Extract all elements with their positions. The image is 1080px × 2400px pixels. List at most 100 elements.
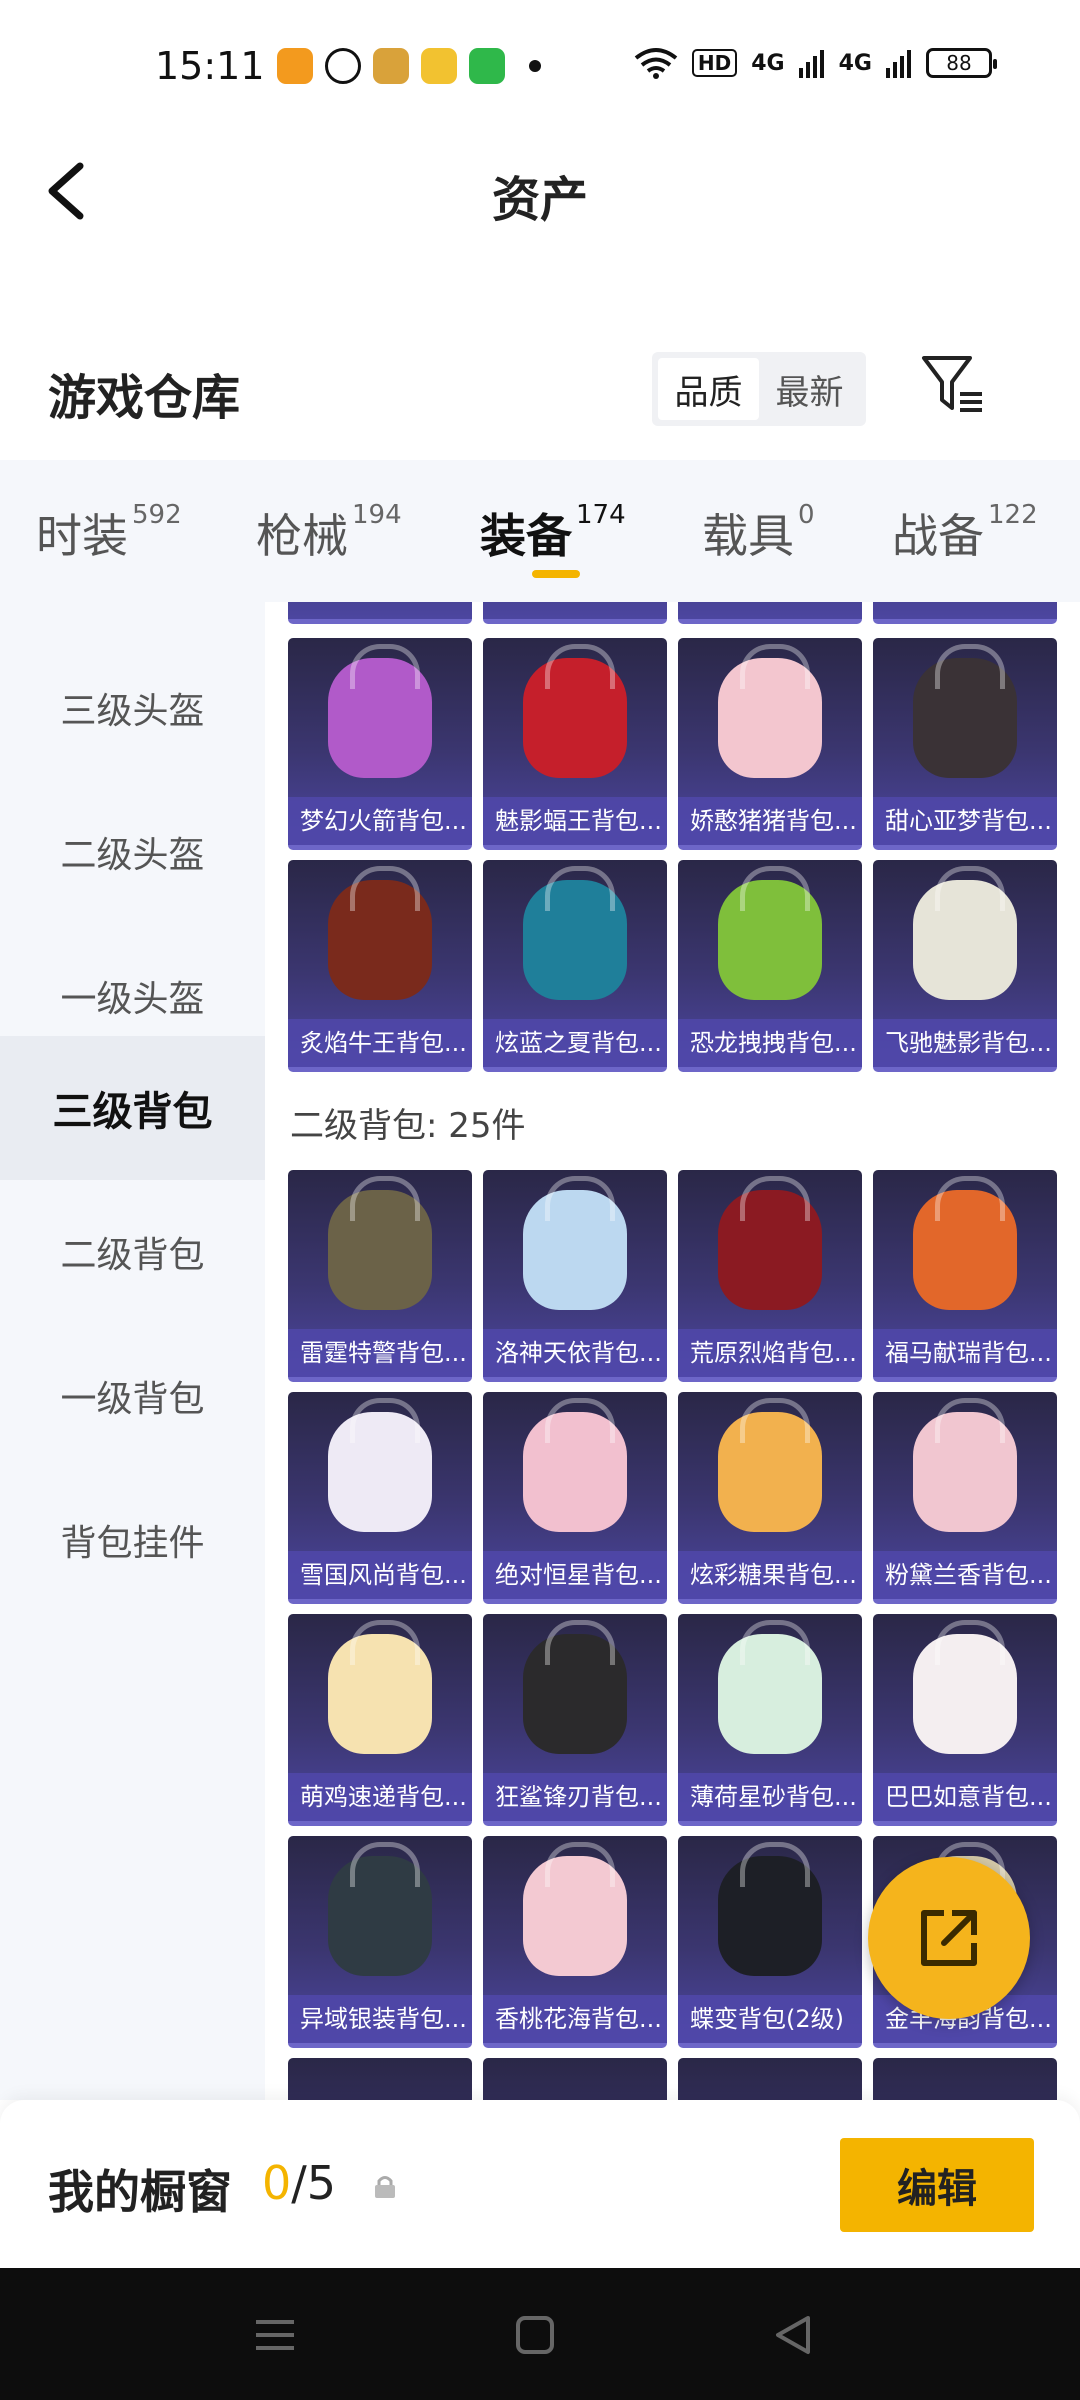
- home-icon[interactable]: [512, 2312, 558, 2358]
- sidebar-item-backpack-3[interactable]: 三级背包: [0, 1036, 265, 1180]
- tab-label: 时装: [36, 509, 128, 563]
- item-card[interactable]: 飞驰魅影背包...: [873, 860, 1057, 1072]
- page-title: 资产: [491, 172, 588, 228]
- backpack-image: [328, 1398, 432, 1532]
- showcase-bar: 我的橱窗 0/5 编辑: [0, 2100, 1080, 2268]
- item-card[interactable]: 恐龙拽拽背包...: [678, 860, 862, 1072]
- item-card[interactable]: [678, 2058, 862, 2100]
- item-name: 香桃花海背包...: [483, 1995, 667, 2043]
- backpack-image: [718, 1620, 822, 1754]
- sidebar-item-helmet-2[interactable]: 二级头盔: [0, 780, 265, 924]
- item-card[interactable]: [483, 602, 667, 624]
- section-title: 二级背包: 25件: [290, 1106, 526, 1146]
- backpack-image: [523, 1398, 627, 1532]
- backpack-image: [913, 1398, 1017, 1532]
- tab-label: 枪械: [256, 509, 348, 563]
- backpack-image: [328, 1620, 432, 1754]
- item-card[interactable]: 魅影蝠王背包...: [483, 638, 667, 850]
- item-card[interactable]: 福马献瑞背包...: [873, 1170, 1057, 1382]
- item-card[interactable]: 梦幻火箭背包...: [288, 638, 472, 850]
- warehouse-title: 游戏仓库: [48, 370, 241, 426]
- wifi-icon: [634, 48, 678, 79]
- item-card[interactable]: 薄荷星砂背包...: [678, 1614, 862, 1826]
- tab-count: 174: [576, 500, 626, 530]
- filter-icon[interactable]: [920, 352, 986, 418]
- menu-icon[interactable]: [252, 2312, 298, 2358]
- sidebar-item-backpack-charm[interactable]: 背包挂件: [0, 1468, 265, 1612]
- item-card[interactable]: [483, 2058, 667, 2100]
- backpack-image: [328, 866, 432, 1000]
- backpack-image: [328, 1842, 432, 1976]
- app-notification-icon: [277, 48, 313, 84]
- item-card[interactable]: [288, 602, 472, 624]
- tab-label: 战备: [892, 509, 984, 563]
- edit-button[interactable]: 编辑: [840, 2138, 1034, 2232]
- sidebar-item-helmet-3[interactable]: 三级头盔: [0, 636, 265, 780]
- backpack-image: [523, 1620, 627, 1754]
- tab-fashion[interactable]: 时装 592: [36, 500, 182, 566]
- backpack-image: [718, 1842, 822, 1976]
- item-card[interactable]: 甜心亚梦背包...: [873, 638, 1057, 850]
- tab-weapons[interactable]: 枪械 194: [256, 500, 402, 566]
- item-name: 魅影蝠王背包...: [483, 797, 667, 845]
- backpack-image: [913, 644, 1017, 778]
- item-card[interactable]: 娇憨猪猪背包...: [678, 638, 862, 850]
- item-card[interactable]: 雷霆特警背包...: [288, 1170, 472, 1382]
- item-card[interactable]: 绝对恒星背包...: [483, 1392, 667, 1604]
- item-name: 荒原烈焰背包...: [678, 1329, 862, 1377]
- item-card[interactable]: 蝶变背包(2级): [678, 1836, 862, 2048]
- warehouse-header: 游戏仓库 品质 最新: [0, 340, 1080, 460]
- item-name: 绝对恒星背包...: [483, 1551, 667, 1599]
- tab-count: 194: [352, 500, 402, 530]
- sort-toggle: 品质 最新: [652, 352, 866, 426]
- item-card[interactable]: 香桃花海背包...: [483, 1836, 667, 2048]
- sidebar-item-backpack-1[interactable]: 一级背包: [0, 1324, 265, 1468]
- item-card[interactable]: 洛神天依背包...: [483, 1170, 667, 1382]
- item-name: 恐龙拽拽背包...: [678, 1019, 862, 1067]
- showcase-current: 0: [262, 2156, 292, 2210]
- item-card[interactable]: [678, 602, 862, 624]
- share-button[interactable]: [868, 1857, 1030, 2019]
- item-card[interactable]: 炙焰牛王背包...: [288, 860, 472, 1072]
- backpack-image: [523, 644, 627, 778]
- backpack-image: [718, 644, 822, 778]
- item-name: 雪国风尚背包...: [288, 1551, 472, 1599]
- signal-icon-2: [886, 50, 911, 78]
- sidebar-item-backpack-2[interactable]: 二级背包: [0, 1180, 265, 1324]
- lock-icon: [375, 2176, 395, 2198]
- tab-equipment[interactable]: 装备 174: [480, 500, 626, 566]
- status-time: 15:11: [155, 44, 265, 88]
- item-card[interactable]: [288, 2058, 472, 2100]
- signal-icon: [798, 50, 824, 78]
- backpack-image: [328, 644, 432, 778]
- item-name: 娇憨猪猪背包...: [678, 797, 862, 845]
- item-card[interactable]: 雪国风尚背包...: [288, 1392, 472, 1604]
- wallet-notification-icon: [421, 48, 457, 84]
- sort-quality[interactable]: 品质: [658, 358, 759, 420]
- tab-count: 0: [798, 500, 815, 530]
- item-card[interactable]: 荒原烈焰背包...: [678, 1170, 862, 1382]
- backpack-image: [523, 1842, 627, 1976]
- item-card[interactable]: [873, 2058, 1057, 2100]
- item-card[interactable]: [873, 602, 1057, 624]
- item-card[interactable]: 狂鲨锋刃背包...: [483, 1614, 667, 1826]
- item-card[interactable]: 粉黛兰香背包...: [873, 1392, 1057, 1604]
- backpack-image: [523, 866, 627, 1000]
- item-name: 炙焰牛王背包...: [288, 1019, 472, 1067]
- item-card[interactable]: 萌鸡速递背包...: [288, 1614, 472, 1826]
- item-card[interactable]: 巴巴如意背包...: [873, 1614, 1057, 1826]
- item-card[interactable]: 异域银装背包...: [288, 1836, 472, 2048]
- item-name: 炫彩糖果背包...: [678, 1551, 862, 1599]
- item-name: 雷霆特警背包...: [288, 1329, 472, 1377]
- sort-newest[interactable]: 最新: [759, 358, 860, 420]
- tab-vehicles[interactable]: 载具 0: [702, 500, 815, 566]
- tab-supplies[interactable]: 战备 122: [892, 500, 1038, 566]
- item-name: 飞驰魅影背包...: [873, 1019, 1057, 1067]
- showcase-title: 我的橱窗: [48, 2165, 232, 2219]
- item-card[interactable]: 炫彩糖果背包...: [678, 1392, 862, 1604]
- back-nav-icon[interactable]: [770, 2312, 816, 2358]
- chat-notification-icon: [325, 48, 361, 84]
- item-card[interactable]: 炫蓝之夏背包...: [483, 860, 667, 1072]
- item-name: 梦幻火箭背包...: [288, 797, 472, 845]
- item-name: 甜心亚梦背包...: [873, 797, 1057, 845]
